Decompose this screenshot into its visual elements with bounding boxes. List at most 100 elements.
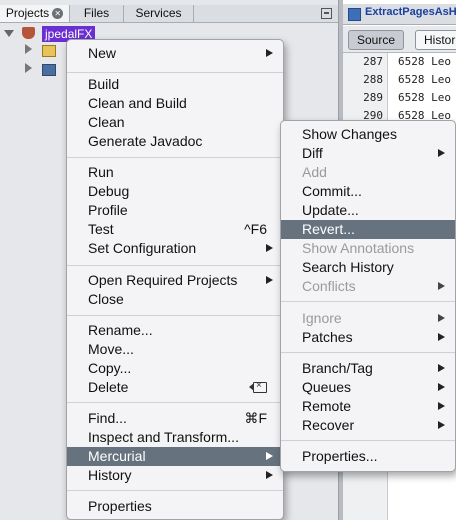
menu-item-label: Mercurial: [88, 448, 146, 464]
submenu-arrow-icon: [266, 244, 273, 252]
menu-item-label: Diff: [302, 145, 323, 161]
menu-item-shortcut: ^F6: [244, 221, 267, 237]
project-coffee-icon: [22, 27, 35, 39]
menu-item-show-changes[interactable]: Show Changes: [281, 125, 455, 144]
menu-item-add: Add: [281, 163, 455, 182]
menu-item-inspect-and-transform[interactable]: Inspect and Transform...: [67, 428, 283, 447]
menu-item-label: New: [88, 45, 117, 61]
menu-item-delete[interactable]: Delete: [67, 378, 283, 397]
menu-item-label: Rename...: [88, 322, 153, 338]
source-view-button[interactable]: Source: [348, 30, 405, 50]
menu-item-label: Recover: [302, 417, 355, 433]
editor-tab[interactable]: ExtractPagesAsH: [343, 4, 456, 25]
menu-item-copy[interactable]: Copy...: [67, 359, 283, 378]
menu-item-update[interactable]: Update...: [281, 201, 455, 220]
menu-item-label: Set Configuration: [88, 240, 197, 256]
panel-tab-bar: Projects ✕ Files Services: [0, 5, 338, 23]
menu-item-mercurial[interactable]: Mercurial: [67, 447, 283, 466]
menu-item-label: Ignore: [302, 310, 342, 326]
menu-separator: [67, 490, 283, 491]
menu-item-properties[interactable]: Properties...: [281, 447, 455, 466]
menu-item-history[interactable]: History: [67, 466, 283, 485]
menu-item-label: History: [88, 467, 132, 483]
menu-separator: [67, 315, 283, 316]
menu-item-diff[interactable]: Diff: [281, 144, 455, 163]
submenu-arrow-icon: [266, 49, 273, 57]
submenu-arrow-icon: [266, 276, 273, 284]
menu-item-build[interactable]: Build: [67, 75, 283, 94]
editor-toolbar: Source Histor: [343, 26, 456, 53]
menu-item-label: Search History: [302, 259, 394, 275]
menu-separator: [281, 352, 455, 353]
menu-item-new[interactable]: New: [67, 44, 283, 63]
menu-separator: [67, 72, 283, 73]
menu-item-search-history[interactable]: Search History: [281, 258, 455, 277]
menu-item-label: Update...: [302, 202, 359, 218]
close-icon[interactable]: ✕: [52, 8, 64, 19]
menu-item-rename[interactable]: Rename...: [67, 321, 283, 340]
menu-item-open-required-projects[interactable]: Open Required Projects: [67, 271, 283, 290]
tab-projects[interactable]: Projects ✕: [0, 5, 70, 22]
submenu-arrow-icon: [438, 421, 445, 429]
collapsed-triangle-icon[interactable]: [25, 44, 32, 54]
minimize-icon[interactable]: [321, 8, 332, 19]
menu-item-label: Show Annotations: [302, 240, 415, 256]
submenu-arrow-icon: [438, 364, 445, 372]
menu-item-conflicts: Conflicts: [281, 277, 455, 296]
menu-item-queues[interactable]: Queues: [281, 378, 455, 397]
menu-item-label: Delete: [88, 379, 129, 395]
history-view-button[interactable]: Histor: [415, 30, 456, 50]
menu-item-label: Properties...: [302, 448, 378, 464]
menu-item-label: Queues: [302, 379, 352, 395]
submenu-arrow-icon: [438, 149, 445, 157]
menu-item-find[interactable]: Find... ⌘F: [67, 409, 283, 428]
menu-item-run[interactable]: Run: [67, 163, 283, 182]
menu-item-label: Clean and Build: [88, 95, 187, 111]
menu-item-clean-and-build[interactable]: Clean and Build: [67, 94, 283, 113]
menu-item-label: Add: [302, 164, 327, 180]
menu-item-remote[interactable]: Remote: [281, 397, 455, 416]
menu-item-test[interactable]: Test ^F6: [67, 220, 283, 239]
menu-separator: [281, 440, 455, 441]
menu-item-label: Open Required Projects: [88, 272, 238, 288]
library-icon: [42, 64, 56, 76]
tab-services-label: Services: [135, 6, 182, 20]
project-context-menu: New Build Clean and Build Clean Generate…: [66, 39, 284, 520]
editor-tab-title[interactable]: ExtractPagesAsH: [365, 6, 456, 18]
menu-item-commit[interactable]: Commit...: [281, 182, 455, 201]
tab-services[interactable]: Services: [124, 5, 194, 22]
submenu-arrow-icon: [438, 333, 445, 341]
menu-item-clean[interactable]: Clean: [67, 113, 283, 132]
menu-item-revert[interactable]: Revert...: [281, 220, 455, 239]
menu-item-recover[interactable]: Recover: [281, 416, 455, 435]
menu-item-label: Test: [88, 221, 114, 237]
menu-item-label: Branch/Tag: [302, 360, 373, 376]
menu-item-label: Show Changes: [302, 126, 397, 142]
menu-separator: [281, 301, 455, 302]
menu-item-label: Debug: [88, 183, 130, 199]
tab-files[interactable]: Files: [70, 5, 124, 22]
menu-item-label: Generate Javadoc: [88, 133, 203, 149]
menu-item-debug[interactable]: Debug: [67, 182, 283, 201]
menu-item-label: Clean: [88, 114, 125, 130]
menu-item-properties[interactable]: Properties: [67, 497, 283, 516]
menu-item-profile[interactable]: Profile: [67, 201, 283, 220]
menu-item-move[interactable]: Move...: [67, 340, 283, 359]
submenu-arrow-icon: [438, 402, 445, 410]
menu-item-label: Properties: [88, 498, 152, 514]
menu-separator: [67, 157, 283, 158]
menu-item-generate-javadoc[interactable]: Generate Javadoc: [67, 132, 283, 151]
delete-key-icon: [249, 378, 267, 394]
annotation-text: 6528 Leo: [398, 91, 451, 104]
menu-item-patches[interactable]: Patches: [281, 328, 455, 347]
submenu-arrow-icon: [266, 452, 273, 460]
java-file-icon: [348, 8, 361, 21]
menu-item-label: Inspect and Transform...: [88, 429, 239, 445]
menu-separator: [67, 265, 283, 266]
menu-item-label: Commit...: [302, 183, 362, 199]
menu-item-close[interactable]: Close: [67, 290, 283, 309]
menu-item-branch-tag[interactable]: Branch/Tag: [281, 359, 455, 378]
collapsed-triangle-icon[interactable]: [25, 63, 32, 73]
menu-item-set-configuration[interactable]: Set Configuration: [67, 239, 283, 258]
expanded-triangle-icon[interactable]: [4, 30, 14, 37]
